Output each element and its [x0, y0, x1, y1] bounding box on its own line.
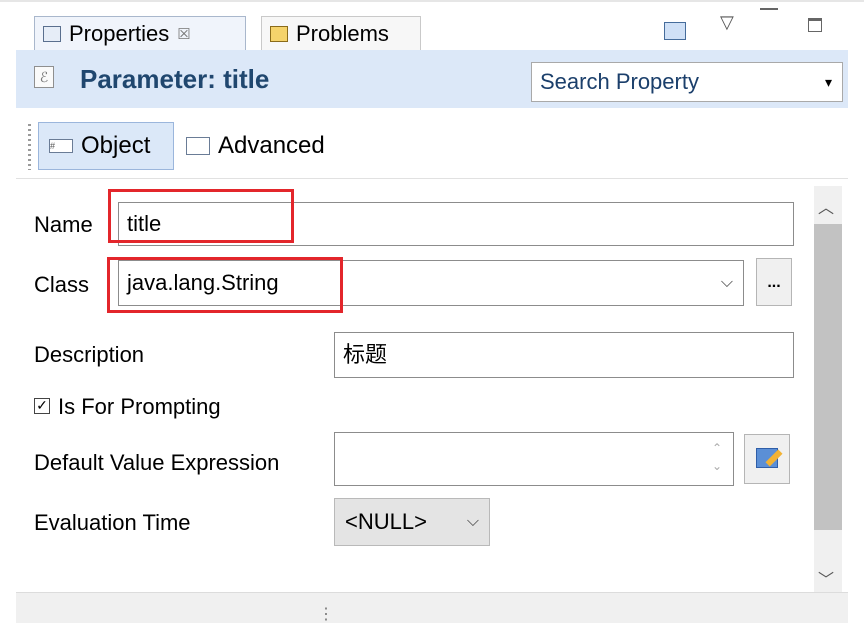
status-bar [16, 592, 848, 623]
chevron-down-icon[interactable]: ⌵ [721, 261, 733, 305]
toolbar-grip [28, 124, 31, 170]
evaluation-time-value: <NULL> [345, 509, 427, 534]
top-border [0, 0, 864, 2]
is-for-prompting-checkbox[interactable]: ✓ [34, 398, 50, 414]
description-label: Description [34, 342, 145, 367]
evaluation-time-label: Evaluation Time [34, 510, 191, 535]
description-field[interactable]: 标题 [334, 332, 794, 378]
name-label: Name [34, 212, 93, 237]
maximize-icon[interactable] [808, 18, 822, 32]
close-tab-icon[interactable]: ☒ [177, 25, 190, 43]
pin-editor-icon[interactable] [664, 22, 686, 40]
tab-object-label: Object [81, 132, 151, 159]
splitter-handle[interactable]: ⋮ [318, 604, 334, 624]
search-property-label: Search Property [540, 69, 699, 94]
tab-problems[interactable]: Problems [261, 16, 421, 51]
tab-properties-label: Properties [69, 21, 170, 46]
tab-advanced-label: Advanced [218, 132, 325, 159]
scroll-down-icon[interactable]: ﹀ [818, 566, 834, 590]
tab-object[interactable]: # Object [38, 122, 174, 170]
parameter-icon: ℰ [34, 66, 54, 88]
minimize-icon[interactable] [760, 8, 778, 20]
view-menu-icon[interactable]: ▽ [720, 12, 734, 33]
class-label: Class [34, 272, 90, 297]
default-value-label: Default Value Expression [34, 450, 280, 475]
highlight-box-name [108, 189, 294, 243]
text-scroll-arrows[interactable]: ⌃ ⌄ [707, 439, 727, 475]
page-title: Parameter: title [80, 64, 270, 94]
evaluation-time-select[interactable]: <NULL> ⌵ [334, 498, 490, 546]
default-value-expression-field[interactable]: ⌃ ⌄ [334, 432, 734, 486]
class-browse-button[interactable]: ... [756, 258, 792, 306]
advanced-icon [186, 137, 210, 155]
problems-icon [270, 26, 288, 42]
chevron-down-icon: ⌵ [466, 513, 479, 530]
tab-properties[interactable]: Properties ☒ [34, 16, 246, 51]
tab-problems-label: Problems [296, 21, 389, 46]
divider [16, 178, 848, 179]
search-property-dropdown[interactable]: Search Property ▾ [531, 62, 843, 102]
highlight-box-class [107, 257, 343, 313]
expression-editor-button[interactable] [744, 434, 790, 484]
properties-icon [43, 26, 61, 42]
object-icon: # [49, 139, 73, 153]
tab-advanced[interactable]: Advanced [182, 122, 325, 170]
scroll-up-icon[interactable]: ︿ [818, 194, 834, 218]
scrollbar-thumb[interactable] [814, 224, 842, 530]
dropdown-arrow-icon: ▾ [824, 74, 832, 90]
is-for-prompting-label: Is For Prompting [58, 394, 221, 419]
